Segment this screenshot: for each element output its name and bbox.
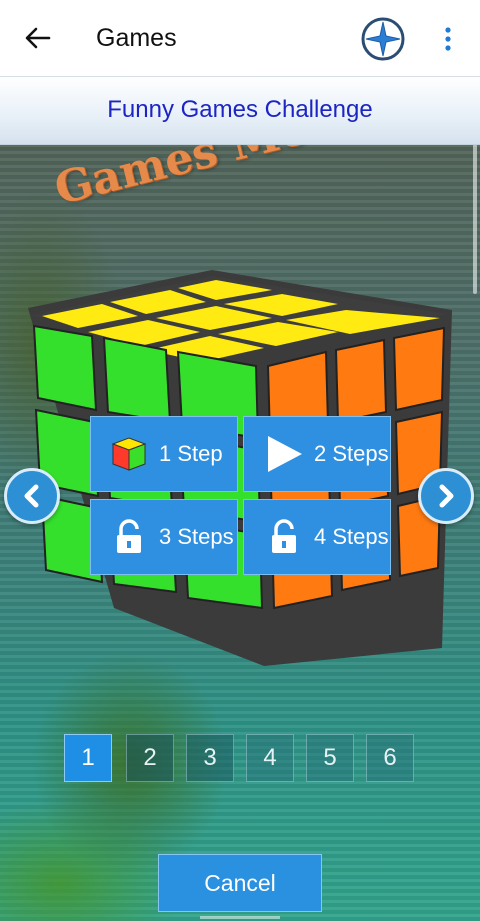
play-icon — [268, 436, 302, 472]
game-scene: Games Mode 1 Step 2 Steps 3 Steps 4 Step… — [0, 144, 480, 921]
step-2-label: 2 Steps — [314, 441, 389, 466]
chevron-left-icon — [24, 484, 39, 508]
cancel-button[interactable]: Cancel — [158, 854, 322, 912]
arrow-left-icon — [25, 27, 51, 49]
step-1-button[interactable]: 1 Step — [90, 416, 238, 492]
page-2-button[interactable]: 2 — [126, 734, 174, 782]
step-3-label: 3 Steps — [159, 524, 234, 549]
step-1-label: 1 Step — [159, 441, 223, 466]
previous-page-button[interactable] — [4, 468, 60, 524]
step-3-button[interactable]: 3 Steps — [90, 499, 238, 575]
rubiks-cube-illustration — [28, 270, 452, 666]
step-4-button[interactable]: 4 Steps — [243, 499, 391, 575]
header-title: Funny Games Challenge — [107, 96, 373, 123]
next-page-button[interactable] — [418, 468, 474, 524]
page-5-button[interactable]: 5 — [306, 734, 354, 782]
compass-icon — [361, 17, 405, 61]
scrollbar[interactable] — [473, 144, 477, 294]
page-4-button[interactable]: 4 — [246, 734, 294, 782]
lock-icon — [117, 519, 141, 553]
compass-button[interactable] — [360, 16, 406, 62]
page-3-button[interactable]: 3 — [186, 734, 234, 782]
step-2-button[interactable]: 2 Steps — [243, 416, 391, 492]
lock-icon — [272, 519, 296, 553]
header-band: Funny Games Challenge — [0, 76, 480, 145]
back-button[interactable] — [18, 20, 58, 56]
step-4-label: 4 Steps — [314, 524, 389, 549]
page-title: Games — [96, 24, 177, 52]
app-bar: Games — [0, 0, 480, 77]
mini-cube-icon — [111, 437, 147, 471]
more-vert-icon — [445, 27, 451, 51]
page-1-button[interactable]: 1 — [64, 734, 112, 782]
page-6-button[interactable]: 6 — [366, 734, 414, 782]
home-indicator — [200, 916, 280, 919]
chevron-right-icon — [439, 484, 454, 508]
mode-title: Games Mode — [49, 144, 371, 215]
more-options-button[interactable] — [436, 22, 460, 56]
